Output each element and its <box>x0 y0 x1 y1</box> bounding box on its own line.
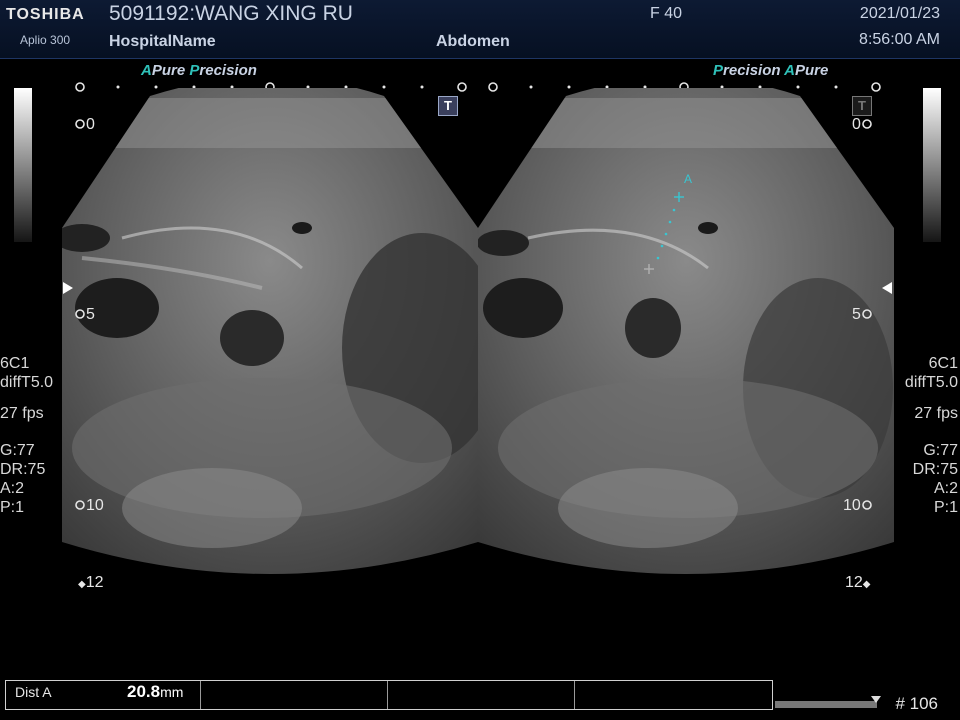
probe-label: 6C1 <box>928 355 958 372</box>
depth-12-right: 12◆ <box>845 574 871 591</box>
right-settings-panel: 6C1 diffT5.0 27 fps G:77 DR:75 A:2 P:1 <box>905 354 958 517</box>
exam-date: 2021/01/23 <box>859 5 940 22</box>
focus-marker-right[interactable] <box>882 282 892 294</box>
brand-logo: TOSHIBA <box>6 6 85 23</box>
a-label: A:2 <box>933 480 958 497</box>
gain-label: G:77 <box>0 442 35 459</box>
measurement-cell-empty <box>201 681 388 709</box>
measurement-table: Dist A 20.8mm <box>5 680 773 710</box>
left-mode-label: APure Precision <box>141 62 257 79</box>
depth-0-left: 0 <box>74 116 95 134</box>
left-settings-panel: 6C1 diffT5.0 27 fps G:77 DR:75 A:2 P:1 <box>0 354 53 517</box>
measurement-label: Dist A <box>15 684 52 700</box>
depth-5-left: 5 <box>74 306 95 324</box>
a-label: A:2 <box>0 480 25 497</box>
left-ultrasound-image[interactable] <box>62 88 478 582</box>
right-mode-label: Precision APure <box>713 62 829 79</box>
gain-label: G:77 <box>923 442 958 459</box>
measurement-unit: mm <box>160 684 184 700</box>
p-label: P:1 <box>0 499 25 516</box>
model-name: Aplio 300 <box>20 33 71 47</box>
header-bar: TOSHIBA Aplio 300 5091192:WANG XING RU H… <box>0 0 960 59</box>
measurement-cell-empty <box>388 681 575 709</box>
depth-12-left: ◆12 <box>78 574 104 591</box>
probe-label: 6C1 <box>0 355 30 372</box>
exam-preset: Abdomen <box>436 33 510 50</box>
measurement-cell-empty <box>575 681 771 709</box>
depth-5-right: 5 <box>852 306 873 324</box>
right-ultrasound-image[interactable] <box>478 88 894 582</box>
caliper-label: A <box>684 172 693 186</box>
dynamic-range-label: DR:75 <box>0 461 46 478</box>
hospital-name: HospitalName <box>109 33 216 50</box>
grayscale-bar-left <box>14 88 32 242</box>
dynamic-range-label: DR:75 <box>912 461 958 478</box>
filter-label: diffT5.0 <box>904 374 958 391</box>
measurement-cell: Dist A 20.8mm <box>6 681 201 709</box>
focus-marker-left[interactable] <box>63 282 73 294</box>
depth-10-right: 10 <box>843 497 873 515</box>
measurement-value: 20.8mm <box>127 682 184 701</box>
cine-progress-bar[interactable] <box>775 701 877 708</box>
fps-label: 27 fps <box>0 405 44 422</box>
cine-marker-icon[interactable] <box>871 696 881 703</box>
frequency-readout: F 40 <box>650 5 683 22</box>
patient-id-name: 5091192:WANG XING RU <box>109 2 353 25</box>
exam-time: 8:56:00 AM <box>859 31 940 48</box>
depth-0-right: 0 <box>852 116 873 134</box>
depth-10-left: 10 <box>74 497 104 515</box>
frame-counter: # 106 <box>895 694 938 713</box>
grayscale-bar-right <box>923 88 941 242</box>
fps-label: 27 fps <box>914 405 958 422</box>
filter-label: diffT5.0 <box>0 374 54 391</box>
p-label: P:1 <box>933 499 958 516</box>
